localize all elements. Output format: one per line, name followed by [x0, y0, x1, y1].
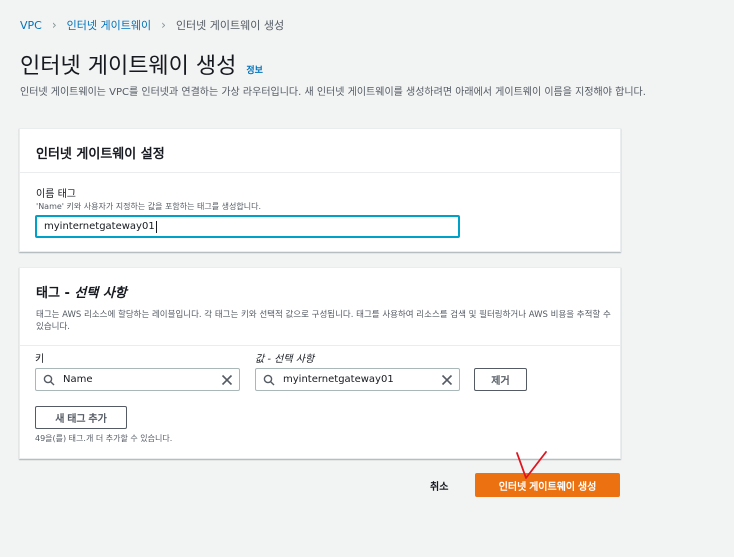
cancel-button[interactable]: 취소 [430, 478, 448, 493]
name-tag-field: 이름 태그 'Name' 키와 사용자가 지정하는 값을 포함하는 태그를 생성… [36, 185, 261, 212]
page-description: 인터넷 게이트웨이는 VPC를 인터넷과 연결하는 가상 라우터입니다. 새 인… [20, 87, 646, 98]
search-icon [263, 374, 275, 385]
tag-key-label: 키 [35, 354, 45, 365]
tag-value-label: 값 - 선택 사항 [255, 354, 315, 365]
search-icon [43, 374, 55, 385]
tags-header-title: 태그 - [36, 286, 75, 301]
breadcrumb-current: 인터넷 게이트웨이 생성 [175, 19, 285, 32]
clear-icon[interactable] [441, 374, 453, 386]
breadcrumb-vpc[interactable]: VPC [20, 19, 42, 32]
clear-icon[interactable] [221, 374, 233, 386]
chevron-right-icon: › [161, 18, 166, 32]
gateway-settings-panel: 인터넷 게이트웨이 설정 이름 태그 'Name' 키와 사용자가 지정하는 값… [19, 128, 621, 252]
tags-header-optional: 선택 사항 [74, 286, 127, 301]
remaining-tags-text: 49을(를) 태그.개 더 추가할 수 있습니다. [35, 434, 173, 443]
tag-value-input[interactable]: myinternetgateway01 [255, 368, 460, 391]
tags-description: 태그는 AWS 리소스에 할당하는 레이블입니다. 각 태그는 키와 선택적 값… [36, 310, 611, 332]
tag-key-value: Name [63, 374, 93, 385]
name-tag-value: myinternetgateway01 [44, 221, 155, 232]
name-tag-input[interactable]: myinternetgateway01 [35, 215, 460, 238]
checkmark-annotation-icon [516, 451, 547, 479]
add-tag-button[interactable]: 새 태그 추가 [35, 406, 127, 429]
remove-tag-button[interactable]: 제거 [474, 368, 527, 391]
breadcrumb-internet-gateways[interactable]: 인터넷 게이트웨이 [67, 17, 151, 33]
name-tag-hint: 'Name' 키와 사용자가 지정하는 값을 포함하는 태그를 생성합니다. [36, 202, 261, 211]
text-cursor [155, 220, 157, 233]
breadcrumb: VPC › 인터넷 게이트웨이 › 인터넷 게이트웨이 생성 [20, 17, 284, 33]
gateway-settings-header: 인터넷 게이트웨이 설정 [20, 129, 620, 173]
tags-panel: 태그 - 선택 사항 태그는 AWS 리소스에 할당하는 레이블입니다. 각 태… [19, 267, 621, 459]
page-title-wrap: 인터넷 게이트웨이 생성 정보 [20, 48, 263, 80]
page-title: 인터넷 게이트웨이 생성 [20, 54, 237, 79]
info-link[interactable]: 정보 [246, 63, 263, 76]
chevron-right-icon: › [51, 18, 57, 32]
tags-header: 태그 - 선택 사항 태그는 AWS 리소스에 할당하는 레이블입니다. 각 태… [20, 268, 620, 346]
tag-key-input[interactable]: Name [35, 368, 240, 391]
tag-value-value: myinternetgateway01 [283, 374, 394, 385]
name-tag-label: 이름 태그 [36, 189, 76, 200]
